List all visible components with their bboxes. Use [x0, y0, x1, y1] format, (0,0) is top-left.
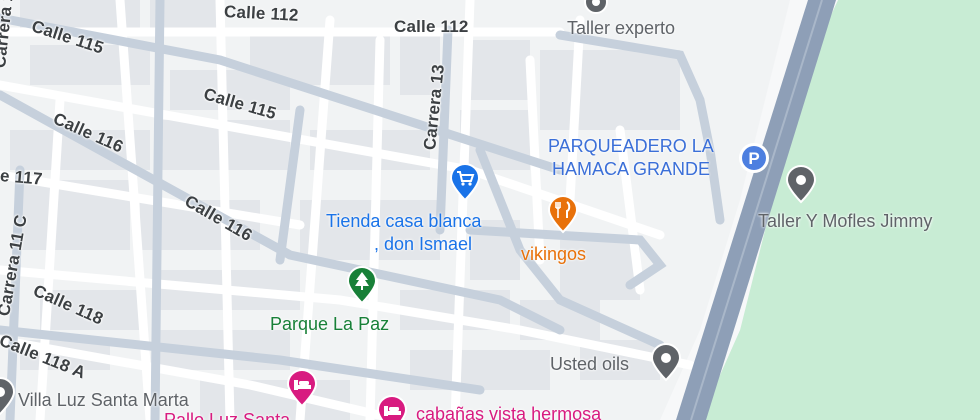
tree-icon[interactable]: [344, 265, 380, 310]
poi-parqueadero-line2[interactable]: HAMACA GRANDE: [552, 158, 710, 180]
parking-icon[interactable]: P: [737, 141, 771, 180]
poi-cabanas-vista-hermosa[interactable]: cabañas vista hermosa: [416, 403, 601, 420]
poi-parqueadero-line1[interactable]: PARQUEADERO LA: [548, 135, 714, 157]
location-dot-icon[interactable]: [0, 376, 18, 420]
location-dot-icon[interactable]: [783, 164, 819, 209]
poi-taller-mofles-jimmy[interactable]: Taller Y Mofles Jimmy: [758, 210, 932, 232]
poi-usted-oils[interactable]: Usted oils: [550, 353, 629, 375]
svg-text:P: P: [748, 149, 759, 168]
bed-icon[interactable]: [374, 394, 410, 420]
poi-taller-experto[interactable]: Taller experto: [567, 17, 675, 39]
poi-tienda-line1[interactable]: Tienda casa blanca: [326, 210, 481, 232]
bed-icon[interactable]: [284, 368, 320, 413]
map-canvas[interactable]: Calle 112 Calle 112 Calle 115 Calle 115 …: [0, 0, 980, 420]
poi-parque-la-paz[interactable]: Parque La Paz: [270, 313, 389, 335]
street-label-calle-112: Calle 112: [394, 17, 469, 36]
location-dot-icon[interactable]: [648, 342, 684, 387]
fork-knife-icon[interactable]: [545, 194, 581, 239]
poi-tienda-line2[interactable]: , don Ismael: [374, 233, 472, 255]
poi-vikingos[interactable]: vikingos: [521, 243, 586, 265]
poi-cut-label[interactable]: Pallo Luz Santa ...: [164, 409, 310, 420]
shopping-cart-icon[interactable]: [447, 162, 483, 207]
street-label-calle-112: Calle 112: [223, 2, 300, 25]
poi-villa-luz[interactable]: Villa Luz Santa Marta: [18, 389, 189, 411]
street-label-calle-117: e 117: [0, 166, 44, 189]
